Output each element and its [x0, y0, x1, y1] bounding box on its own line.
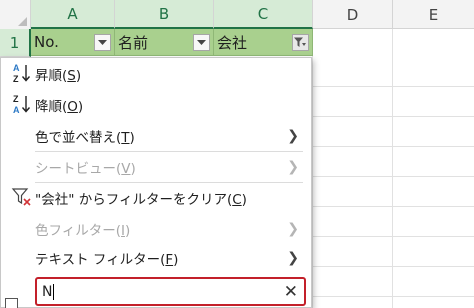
funnel-filter-icon [294, 37, 306, 47]
text-caret [53, 283, 55, 300]
filter-active-button-c[interactable] [292, 34, 309, 51]
cell-c1[interactable]: 会社 [214, 29, 313, 56]
svg-text:A: A [13, 63, 20, 73]
menu-item-clear-filter[interactable]: "会社" からフィルターをクリア(C) [1, 183, 311, 212]
text-filter-label: テキスト フィルター(F) [35, 251, 179, 268]
cell-b1[interactable]: 名前 [115, 29, 214, 56]
sort-ascending-icon: A Z [11, 62, 33, 84]
submenu-chevron-icon: ❯ [287, 127, 299, 144]
sort-ascending-label: 昇順(S) [35, 67, 82, 84]
submenu-chevron-icon: ❯ [287, 158, 299, 175]
column-header-row: A B C D E [0, 0, 474, 29]
color-filter-label: 色フィルター(I) [35, 222, 131, 239]
sort-descending-icon: Z A [11, 93, 33, 115]
column-header-e[interactable]: E [393, 0, 474, 29]
dropdown-arrow-icon [98, 39, 107, 45]
clear-filter-label: "会社" からフィルターをクリア(C) [35, 191, 247, 208]
sort-descending-label: 降順(O) [35, 98, 84, 115]
select-all-triangle-icon [18, 17, 27, 26]
filter-search-input[interactable]: N ✕ [35, 277, 306, 306]
checkbox-icon[interactable] [5, 298, 18, 308]
svg-text:Z: Z [13, 74, 19, 84]
menu-item-sort-by-color[interactable]: 色で並べ替え(T) ❯ [1, 121, 311, 150]
sort-by-color-label: 色で並べ替え(T) [35, 129, 135, 146]
menu-item-sort-ascending[interactable]: A Z 昇順(S) [1, 59, 311, 88]
menu-item-color-filter: 色フィルター(I) ❯ [1, 214, 311, 243]
clear-filter-icon [11, 186, 33, 208]
menu-item-sheet-view: シートビュー(V) ❯ [1, 152, 311, 181]
column-header-a[interactable]: A [31, 0, 115, 29]
filter-dropdown-button-a[interactable] [94, 34, 111, 51]
svg-text:Z: Z [13, 94, 19, 104]
filter-dropdown-menu: A Z 昇順(S) Z A 降順(O) 色で並べ替え(T) ❯ シートビュー(V… [0, 57, 312, 308]
submenu-chevron-icon: ❯ [287, 220, 299, 237]
column-header-b[interactable]: B [115, 0, 214, 29]
search-value: N [42, 283, 53, 300]
filter-dropdown-button-b[interactable] [193, 34, 210, 51]
clear-search-icon[interactable]: ✕ [284, 282, 298, 302]
cell-a1[interactable]: No. [31, 29, 115, 56]
submenu-chevron-icon: ❯ [287, 249, 299, 266]
menu-item-sort-descending[interactable]: Z A 降順(O) [1, 90, 311, 119]
dropdown-arrow-icon [197, 39, 206, 45]
menu-item-text-filter[interactable]: テキスト フィルター(F) ❯ [1, 243, 311, 272]
svg-text:A: A [13, 105, 20, 115]
column-header-c[interactable]: C [214, 0, 313, 29]
column-header-d[interactable]: D [313, 0, 393, 29]
row-header-1[interactable]: 1 [0, 29, 31, 57]
sheet-view-label: シートビュー(V) [35, 160, 136, 177]
select-all-corner[interactable] [0, 0, 31, 29]
